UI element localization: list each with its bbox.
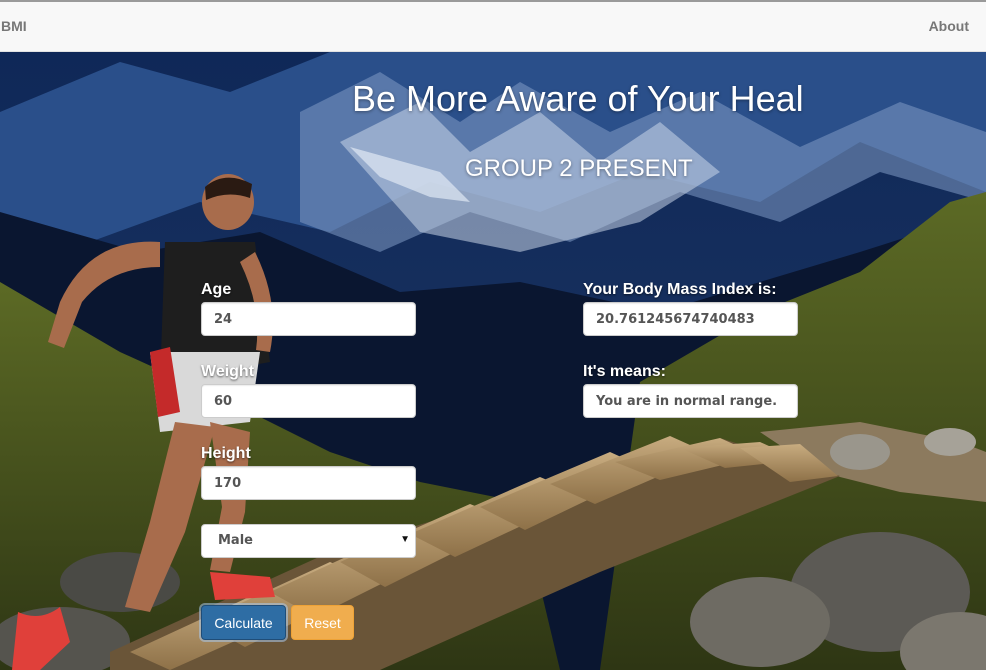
hero-background [0, 52, 986, 670]
height-label: Height [201, 445, 251, 462]
bmi-meaning-field[interactable] [583, 384, 798, 418]
bmi-meaning-label: It's means: [583, 363, 666, 380]
gender-select[interactable]: Male ▼ [201, 524, 416, 558]
dropdown-arrow-icon: ▼ [400, 534, 410, 545]
reset-button[interactable]: Reset [291, 605, 354, 640]
brand-link[interactable]: BMI [1, 18, 27, 34]
about-link[interactable]: About [929, 18, 969, 34]
weight-label: Weight [201, 363, 255, 380]
bmi-result-field[interactable] [583, 302, 798, 336]
top-navbar: BMI About [0, 0, 986, 52]
mountain-runner-photo [0, 52, 986, 670]
page-title: Be More Aware of Your Heal [352, 78, 804, 119]
bmi-result-label: Your Body Mass Index is: [583, 281, 777, 298]
weight-input[interactable] [201, 384, 416, 418]
page-subtitle: GROUP 2 PRESENT [465, 155, 693, 182]
calculate-button[interactable]: Calculate [201, 605, 286, 640]
gender-select-value: Male [218, 533, 253, 548]
age-input[interactable] [201, 302, 416, 336]
height-input[interactable] [201, 466, 416, 500]
age-label: Age [201, 281, 232, 298]
